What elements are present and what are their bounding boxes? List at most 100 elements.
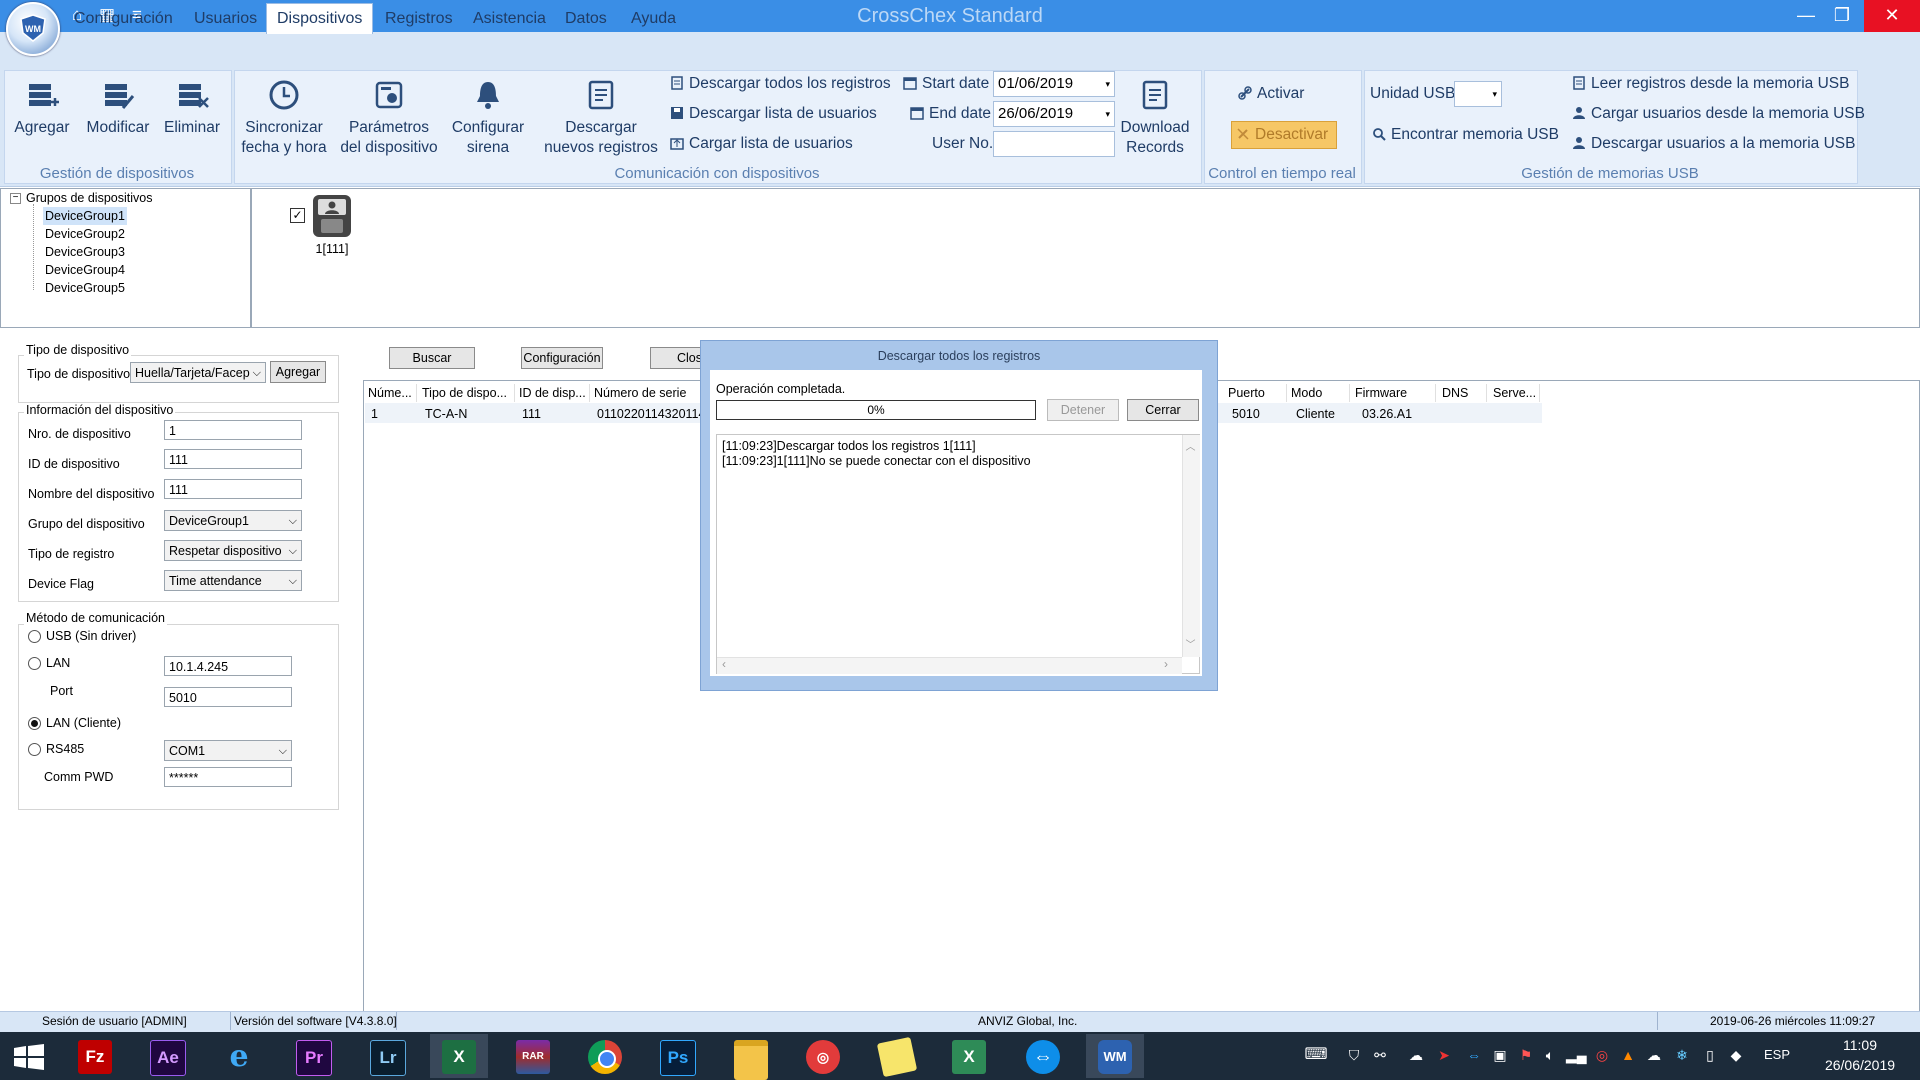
parametros-button[interactable]: Parámetros del dispositivo: [334, 78, 444, 158]
detener-button[interactable]: Detener: [1047, 399, 1119, 421]
lan-ip-input[interactable]: 10.1.4.245: [164, 656, 292, 676]
menu-ayuda[interactable]: Ayuda: [621, 4, 686, 34]
descargar-todos-button[interactable]: Descargar todos los registros: [670, 73, 891, 95]
device-type-select[interactable]: Huella/Tarjeta/Facep ⌵: [130, 362, 266, 383]
vertical-scrollbar[interactable]: [1182, 435, 1200, 657]
descargar-lista-button[interactable]: Descargar lista de usuarios: [670, 103, 877, 125]
log-box[interactable]: [716, 434, 1200, 674]
tray-app-icon[interactable]: ▣: [1490, 1046, 1510, 1064]
sincronizar-button[interactable]: Sincronizar fecha y hora: [238, 78, 330, 158]
nro-input[interactable]: 1: [164, 420, 302, 440]
end-date-input[interactable]: 26/06/2019 ▾: [993, 101, 1115, 127]
tree-item-group[interactable]: DeviceGroup3: [45, 243, 125, 261]
keyboard-icon[interactable]: ⌨: [1296, 1046, 1336, 1064]
scroll-down-icon[interactable]: ﹀: [1182, 636, 1199, 651]
eliminar-button[interactable]: Eliminar: [160, 78, 224, 138]
tray-snowflake-icon[interactable]: ❄: [1672, 1046, 1692, 1064]
port-input[interactable]: 5010: [164, 687, 292, 707]
dropbox-icon[interactable]: ◆: [1726, 1046, 1746, 1064]
file-explorer-icon[interactable]: [722, 1034, 780, 1080]
menu-registros[interactable]: Registros: [375, 4, 463, 34]
horizontal-scrollbar[interactable]: [717, 657, 1182, 674]
battery-icon[interactable]: ▯: [1700, 1046, 1720, 1064]
app-logo-icon[interactable]: WM: [6, 2, 60, 56]
tray-network-app-icon[interactable]: ⚯: [1370, 1046, 1390, 1064]
onedrive-icon[interactable]: ☁: [1644, 1046, 1664, 1064]
activar-button[interactable]: Activar: [1238, 83, 1304, 105]
tree-item-group[interactable]: DeviceGroup5: [45, 279, 125, 297]
com-port-select[interactable]: COM1 ⌵: [164, 740, 292, 761]
chevron-down-icon[interactable]: ▾: [1105, 72, 1110, 96]
lightroom-icon[interactable]: Lr: [358, 1034, 416, 1078]
clock-time[interactable]: 11:09: [1820, 1037, 1900, 1053]
column-header[interactable]: DNS: [1442, 384, 1487, 402]
radio-usb[interactable]: [28, 630, 41, 643]
pwd-input[interactable]: ******: [164, 767, 292, 787]
tray-opera-icon[interactable]: ◎: [1592, 1046, 1612, 1064]
tree-item-group[interactable]: DeviceGroup2: [45, 225, 125, 243]
menu-usuarios[interactable]: Usuarios: [184, 4, 267, 34]
buscar-button[interactable]: Buscar: [389, 347, 475, 369]
menu-asistencia[interactable]: Asistencia: [463, 4, 556, 34]
menu-configuracion[interactable]: Configuración: [64, 4, 183, 34]
radio-rs485[interactable]: [28, 743, 41, 756]
tree-root[interactable]: Grupos de dispositivos: [26, 189, 152, 207]
sticky-notes-icon[interactable]: [868, 1034, 926, 1078]
descargar-nuevos-button[interactable]: Descargar nuevos registros: [540, 78, 662, 158]
device-terminal-icon[interactable]: [311, 193, 353, 239]
radio-lan-cliente[interactable]: [28, 717, 41, 730]
radio-lan[interactable]: [28, 657, 41, 670]
tree-item-group[interactable]: DeviceGroup4: [45, 261, 125, 279]
unidad-usb-select[interactable]: ▾: [1454, 81, 1502, 107]
grupo-select[interactable]: DeviceGroup1 ⌵: [164, 510, 302, 531]
agregar-button[interactable]: Agregar: [10, 78, 74, 138]
tray-office-icon[interactable]: ▲: [1618, 1046, 1638, 1064]
language-indicator[interactable]: ESP: [1760, 1046, 1794, 1064]
maximize-button[interactable]: ❐: [1820, 0, 1864, 32]
start-button[interactable]: [0, 1034, 58, 1078]
nombre-input[interactable]: 111: [164, 479, 302, 499]
internet-explorer-icon[interactable]: e: [210, 1034, 268, 1078]
column-header[interactable]: Serve...: [1493, 384, 1540, 402]
configuracion-button[interactable]: Configuración: [521, 347, 603, 369]
tray-arrow-icon[interactable]: ➤: [1434, 1046, 1454, 1064]
scroll-right-icon[interactable]: ›: [1164, 657, 1168, 671]
scroll-up-icon[interactable]: ︿: [1182, 438, 1199, 453]
excel-2-icon[interactable]: X: [940, 1034, 998, 1078]
tray-teamviewer-icon[interactable]: ⇔: [1464, 1046, 1484, 1064]
menu-datos[interactable]: Datos: [555, 4, 617, 34]
tipo-registro-select[interactable]: Respetar dispositivo ⌵: [164, 540, 302, 561]
column-header[interactable]: Tipo de dispo...: [422, 384, 515, 402]
tree-item-group[interactable]: DeviceGroup1: [43, 207, 127, 225]
descargar-usuarios-usb-button[interactable]: Descargar usuarios a la memoria USB: [1572, 133, 1855, 155]
crosschex-taskbar-icon[interactable]: WM: [1086, 1034, 1144, 1078]
after-effects-icon[interactable]: Ae: [138, 1034, 196, 1078]
clock-date[interactable]: 26/06/2019: [1810, 1057, 1910, 1073]
leer-usb-button[interactable]: Leer registros desde la memoria USB: [1572, 73, 1849, 95]
start-date-input[interactable]: 01/06/2019 ▾: [993, 71, 1115, 97]
column-header[interactable]: Número de serie: [594, 384, 705, 402]
id-input[interactable]: 111: [164, 449, 302, 469]
teamviewer-icon[interactable]: ⇔: [1014, 1034, 1072, 1078]
cargar-usuarios-usb-button[interactable]: Cargar usuarios desde la memoria USB: [1572, 103, 1865, 125]
column-header[interactable]: Modo: [1291, 384, 1350, 402]
tray-shield-icon[interactable]: ⛉: [1344, 1046, 1364, 1064]
excel-icon[interactable]: X: [430, 1034, 488, 1078]
tree-collapse-icon[interactable]: −: [10, 193, 21, 204]
column-header[interactable]: ID de disp...: [519, 384, 590, 402]
winrar-icon[interactable]: RAR: [504, 1034, 562, 1078]
encontrar-usb-button[interactable]: Encontrar memoria USB: [1372, 124, 1559, 146]
photoshop-icon[interactable]: Ps: [648, 1034, 706, 1078]
volume-icon[interactable]: 🔈︎: [1540, 1046, 1560, 1064]
column-header[interactable]: Núme...: [368, 384, 417, 402]
cerrar-button[interactable]: Cerrar: [1127, 399, 1199, 421]
cloud-upload-icon[interactable]: ☁: [1406, 1046, 1426, 1064]
download-records-button[interactable]: Download Records: [1114, 78, 1196, 158]
scroll-left-icon[interactable]: ‹: [722, 657, 726, 671]
modificar-button[interactable]: Modificar: [82, 78, 154, 138]
menu-dispositivos[interactable]: Dispositivos: [266, 3, 374, 34]
device-flag-select[interactable]: Time attendance ⌵: [164, 570, 302, 591]
close-connection-button[interactable]: Clos: [650, 347, 706, 369]
chevron-down-icon[interactable]: ▾: [1105, 102, 1110, 126]
chrome-icon[interactable]: [576, 1034, 634, 1078]
